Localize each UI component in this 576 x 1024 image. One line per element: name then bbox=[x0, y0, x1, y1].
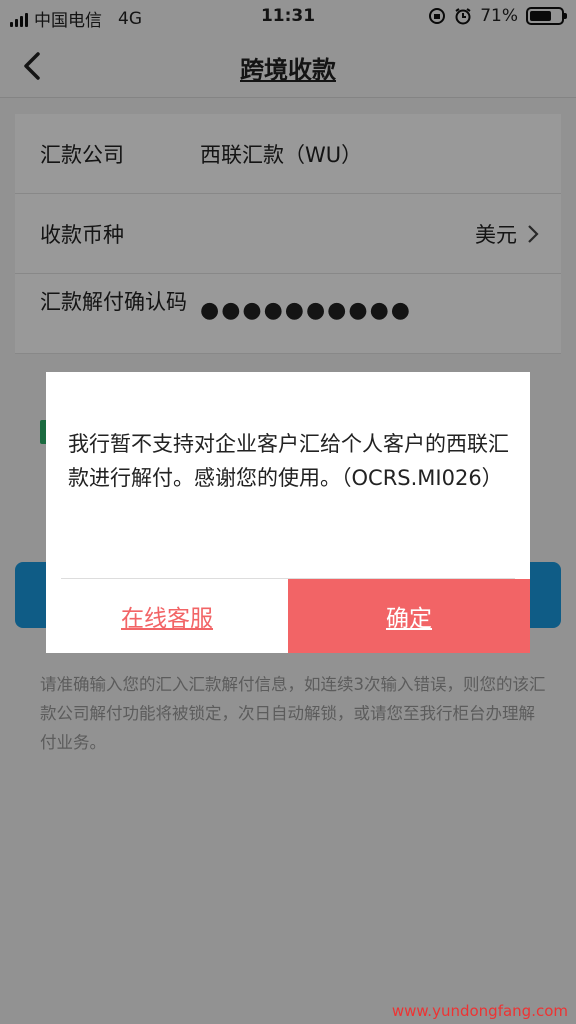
customer-service-button[interactable]: 在线客服 bbox=[46, 579, 288, 653]
confirm-button[interactable]: 确定 bbox=[288, 579, 530, 653]
alert-dialog: 我行暂不支持对企业客户汇给个人客户的西联汇款进行解付。感谢您的使用。（OCRS.… bbox=[46, 372, 530, 653]
dialog-message: 我行暂不支持对企业客户汇给个人客户的西联汇款进行解付。感谢您的使用。（OCRS.… bbox=[68, 432, 509, 490]
watermark: www.yundongfang.com bbox=[391, 1002, 568, 1020]
